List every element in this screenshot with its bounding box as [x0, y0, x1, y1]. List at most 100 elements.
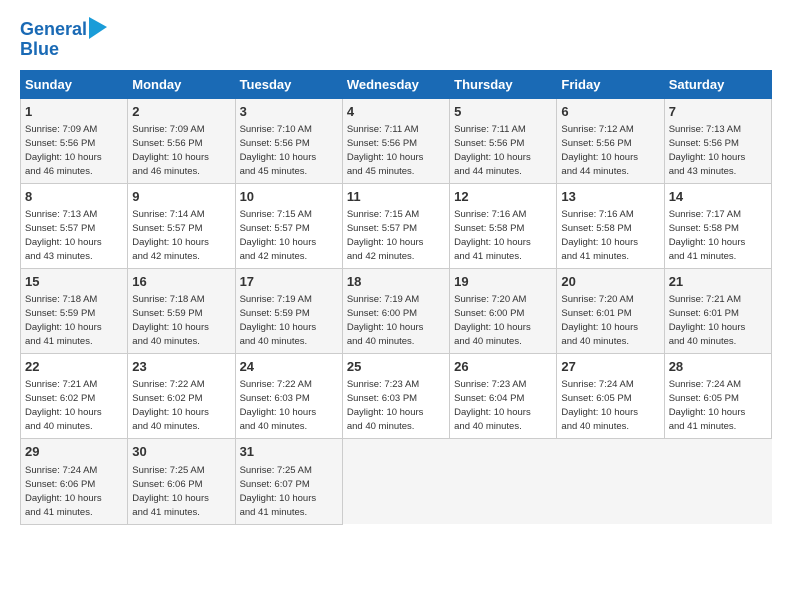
sunset-text: Sunset: 5:58 PM	[561, 223, 631, 234]
calendar-body: 1 Sunrise: 7:09 AM Sunset: 5:56 PM Dayli…	[21, 98, 772, 524]
week-row-1: 1 Sunrise: 7:09 AM Sunset: 5:56 PM Dayli…	[21, 98, 772, 183]
daylight-text: Daylight: 10 hours and 45 minutes.	[347, 152, 424, 177]
day-number: 31	[240, 443, 338, 461]
day-cell	[557, 439, 664, 524]
day-number: 1	[25, 103, 123, 121]
logo: General Blue	[20, 20, 107, 60]
daylight-text: Daylight: 10 hours and 41 minutes.	[669, 407, 746, 432]
sunset-text: Sunset: 5:56 PM	[669, 138, 739, 149]
week-row-3: 15 Sunrise: 7:18 AM Sunset: 5:59 PM Dayl…	[21, 268, 772, 353]
day-cell: 28 Sunrise: 7:24 AM Sunset: 6:05 PM Dayl…	[664, 354, 771, 439]
sunrise-text: Sunrise: 7:11 AM	[454, 124, 526, 135]
sunrise-text: Sunrise: 7:21 AM	[669, 294, 741, 305]
sunset-text: Sunset: 6:00 PM	[347, 308, 417, 319]
col-header-sunday: Sunday	[21, 70, 128, 98]
sunrise-text: Sunrise: 7:12 AM	[561, 124, 633, 135]
sunset-text: Sunset: 6:06 PM	[25, 479, 95, 490]
week-row-5: 29 Sunrise: 7:24 AM Sunset: 6:06 PM Dayl…	[21, 439, 772, 524]
day-cell	[450, 439, 557, 524]
day-cell: 2 Sunrise: 7:09 AM Sunset: 5:56 PM Dayli…	[128, 98, 235, 183]
day-number: 17	[240, 273, 338, 291]
day-number: 5	[454, 103, 552, 121]
day-cell: 19 Sunrise: 7:20 AM Sunset: 6:00 PM Dayl…	[450, 268, 557, 353]
daylight-text: Daylight: 10 hours and 42 minutes.	[240, 237, 317, 262]
daylight-text: Daylight: 10 hours and 40 minutes.	[347, 407, 424, 432]
daylight-text: Daylight: 10 hours and 40 minutes.	[669, 322, 746, 347]
logo-text: General	[20, 20, 87, 40]
sunset-text: Sunset: 6:05 PM	[561, 393, 631, 404]
sunrise-text: Sunrise: 7:22 AM	[132, 379, 204, 390]
calendar-header-row: SundayMondayTuesdayWednesdayThursdayFrid…	[21, 70, 772, 98]
sunset-text: Sunset: 5:57 PM	[347, 223, 417, 234]
day-cell: 11 Sunrise: 7:15 AM Sunset: 5:57 PM Dayl…	[342, 183, 449, 268]
sunrise-text: Sunrise: 7:13 AM	[669, 124, 741, 135]
sunrise-text: Sunrise: 7:24 AM	[669, 379, 741, 390]
day-cell: 26 Sunrise: 7:23 AM Sunset: 6:04 PM Dayl…	[450, 354, 557, 439]
sunrise-text: Sunrise: 7:16 AM	[561, 209, 633, 220]
sunset-text: Sunset: 5:57 PM	[132, 223, 202, 234]
day-cell: 21 Sunrise: 7:21 AM Sunset: 6:01 PM Dayl…	[664, 268, 771, 353]
daylight-text: Daylight: 10 hours and 40 minutes.	[454, 322, 531, 347]
day-cell: 14 Sunrise: 7:17 AM Sunset: 5:58 PM Dayl…	[664, 183, 771, 268]
day-cell: 4 Sunrise: 7:11 AM Sunset: 5:56 PM Dayli…	[342, 98, 449, 183]
sunrise-text: Sunrise: 7:24 AM	[25, 465, 97, 476]
week-row-4: 22 Sunrise: 7:21 AM Sunset: 6:02 PM Dayl…	[21, 354, 772, 439]
col-header-friday: Friday	[557, 70, 664, 98]
daylight-text: Daylight: 10 hours and 41 minutes.	[454, 237, 531, 262]
day-number: 19	[454, 273, 552, 291]
day-cell	[664, 439, 771, 524]
sunset-text: Sunset: 6:02 PM	[25, 393, 95, 404]
day-number: 16	[132, 273, 230, 291]
sunrise-text: Sunrise: 7:16 AM	[454, 209, 526, 220]
daylight-text: Daylight: 10 hours and 43 minutes.	[669, 152, 746, 177]
day-cell: 12 Sunrise: 7:16 AM Sunset: 5:58 PM Dayl…	[450, 183, 557, 268]
day-cell: 10 Sunrise: 7:15 AM Sunset: 5:57 PM Dayl…	[235, 183, 342, 268]
daylight-text: Daylight: 10 hours and 40 minutes.	[454, 407, 531, 432]
day-number: 29	[25, 443, 123, 461]
sunrise-text: Sunrise: 7:17 AM	[669, 209, 741, 220]
sunset-text: Sunset: 5:59 PM	[240, 308, 310, 319]
day-number: 15	[25, 273, 123, 291]
sunrise-text: Sunrise: 7:10 AM	[240, 124, 312, 135]
day-number: 9	[132, 188, 230, 206]
day-cell: 17 Sunrise: 7:19 AM Sunset: 5:59 PM Dayl…	[235, 268, 342, 353]
day-number: 4	[347, 103, 445, 121]
daylight-text: Daylight: 10 hours and 41 minutes.	[132, 493, 209, 518]
daylight-text: Daylight: 10 hours and 40 minutes.	[240, 407, 317, 432]
sunset-text: Sunset: 5:56 PM	[561, 138, 631, 149]
sunrise-text: Sunrise: 7:20 AM	[454, 294, 526, 305]
sunrise-text: Sunrise: 7:18 AM	[132, 294, 204, 305]
sunrise-text: Sunrise: 7:20 AM	[561, 294, 633, 305]
sunset-text: Sunset: 6:02 PM	[132, 393, 202, 404]
sunrise-text: Sunrise: 7:18 AM	[25, 294, 97, 305]
day-number: 14	[669, 188, 767, 206]
sunset-text: Sunset: 6:06 PM	[132, 479, 202, 490]
day-number: 6	[561, 103, 659, 121]
day-number: 30	[132, 443, 230, 461]
day-cell: 22 Sunrise: 7:21 AM Sunset: 6:02 PM Dayl…	[21, 354, 128, 439]
sunset-text: Sunset: 5:57 PM	[25, 223, 95, 234]
daylight-text: Daylight: 10 hours and 42 minutes.	[132, 237, 209, 262]
sunset-text: Sunset: 5:59 PM	[25, 308, 95, 319]
day-cell: 6 Sunrise: 7:12 AM Sunset: 5:56 PM Dayli…	[557, 98, 664, 183]
sunrise-text: Sunrise: 7:24 AM	[561, 379, 633, 390]
sunset-text: Sunset: 6:07 PM	[240, 479, 310, 490]
daylight-text: Daylight: 10 hours and 40 minutes.	[561, 322, 638, 347]
day-cell: 24 Sunrise: 7:22 AM Sunset: 6:03 PM Dayl…	[235, 354, 342, 439]
sunset-text: Sunset: 6:00 PM	[454, 308, 524, 319]
sunrise-text: Sunrise: 7:13 AM	[25, 209, 97, 220]
daylight-text: Daylight: 10 hours and 40 minutes.	[132, 322, 209, 347]
sunset-text: Sunset: 5:58 PM	[669, 223, 739, 234]
sunset-text: Sunset: 5:56 PM	[454, 138, 524, 149]
daylight-text: Daylight: 10 hours and 41 minutes.	[669, 237, 746, 262]
logo-triangle-icon	[89, 17, 107, 39]
col-header-thursday: Thursday	[450, 70, 557, 98]
sunset-text: Sunset: 5:56 PM	[347, 138, 417, 149]
daylight-text: Daylight: 10 hours and 40 minutes.	[561, 407, 638, 432]
sunrise-text: Sunrise: 7:23 AM	[454, 379, 526, 390]
day-cell: 5 Sunrise: 7:11 AM Sunset: 5:56 PM Dayli…	[450, 98, 557, 183]
daylight-text: Daylight: 10 hours and 42 minutes.	[347, 237, 424, 262]
day-cell: 8 Sunrise: 7:13 AM Sunset: 5:57 PM Dayli…	[21, 183, 128, 268]
sunrise-text: Sunrise: 7:19 AM	[240, 294, 312, 305]
sunset-text: Sunset: 5:56 PM	[25, 138, 95, 149]
